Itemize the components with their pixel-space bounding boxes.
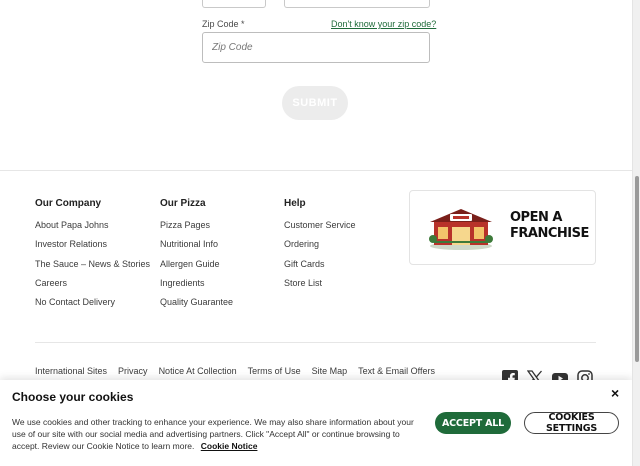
- footer-link[interactable]: The Sauce – News & Stories: [35, 259, 150, 278]
- footer-link[interactable]: Gift Cards: [284, 259, 356, 278]
- footer-link[interactable]: Store List: [284, 278, 356, 297]
- open-franchise-card[interactable]: OPEN A FRANCHISE: [409, 190, 596, 265]
- franchise-title: OPEN A FRANCHISE: [510, 210, 589, 242]
- footer-column-our-company: Our Company About Papa Johns Investor Re…: [35, 198, 150, 316]
- scrollbar[interactable]: [632, 0, 640, 466]
- franchise-line-2: FRANCHISE: [510, 226, 589, 241]
- close-icon[interactable]: ×: [611, 385, 619, 401]
- footer-link[interactable]: Quality Guarantee: [160, 297, 233, 316]
- footer-heading: Our Pizza: [160, 198, 206, 209]
- state-field[interactable]: [202, 0, 266, 8]
- legal-links: International Sites Privacy Notice At Co…: [35, 366, 435, 376]
- cookie-description: We use cookies and other tracking to enh…: [12, 416, 424, 452]
- zip-code-label: Zip Code *: [202, 19, 245, 29]
- footer-divider: [35, 342, 596, 343]
- franchise-line-1: OPEN A: [510, 210, 562, 225]
- footer-link[interactable]: No Contact Delivery: [35, 297, 150, 316]
- footer-link[interactable]: Customer Service: [284, 220, 356, 239]
- legal-link[interactable]: Text & Email Offers: [358, 366, 435, 376]
- footer-heading: Our Company: [35, 198, 102, 209]
- zip-help-link[interactable]: Don't know your zip code?: [331, 19, 436, 29]
- storefront-icon: [429, 209, 493, 250]
- legal-link[interactable]: Terms of Use: [248, 366, 301, 376]
- footer-link[interactable]: Ordering: [284, 239, 356, 258]
- legal-link[interactable]: International Sites: [35, 366, 107, 376]
- footer-link[interactable]: Careers: [35, 278, 150, 297]
- city-field[interactable]: [284, 0, 430, 8]
- partial-form-fields: [202, 0, 430, 8]
- footer-column-help: Help Customer Service Ordering Gift Card…: [284, 198, 356, 297]
- cookie-notice-link[interactable]: Cookie Notice: [201, 441, 258, 451]
- zip-code-input[interactable]: [202, 32, 430, 63]
- cookie-banner: Choose your cookies × We use cookies and…: [0, 380, 632, 466]
- cookie-title: Choose your cookies: [12, 390, 134, 404]
- footer-column-our-pizza: Our Pizza Pizza Pages Nutritional Info A…: [160, 198, 233, 316]
- section-divider: [0, 170, 632, 171]
- legal-link[interactable]: Privacy: [118, 366, 148, 376]
- footer-link[interactable]: Pizza Pages: [160, 220, 233, 239]
- footer-link[interactable]: Allergen Guide: [160, 259, 233, 278]
- cookies-settings-button[interactable]: COOKIES SETTINGS: [524, 412, 619, 434]
- legal-link[interactable]: Notice At Collection: [159, 366, 237, 376]
- footer-link[interactable]: Ingredients: [160, 278, 233, 297]
- footer-link[interactable]: Investor Relations: [35, 239, 150, 258]
- footer-heading: Help: [284, 198, 306, 209]
- legal-link[interactable]: Site Map: [312, 366, 348, 376]
- footer-link[interactable]: About Papa Johns: [35, 220, 150, 239]
- submit-button[interactable]: SUBMIT: [282, 86, 348, 120]
- footer-link[interactable]: Nutritional Info: [160, 239, 233, 258]
- scrollbar-thumb[interactable]: [635, 176, 639, 362]
- accept-all-button[interactable]: ACCEPT ALL: [435, 412, 511, 434]
